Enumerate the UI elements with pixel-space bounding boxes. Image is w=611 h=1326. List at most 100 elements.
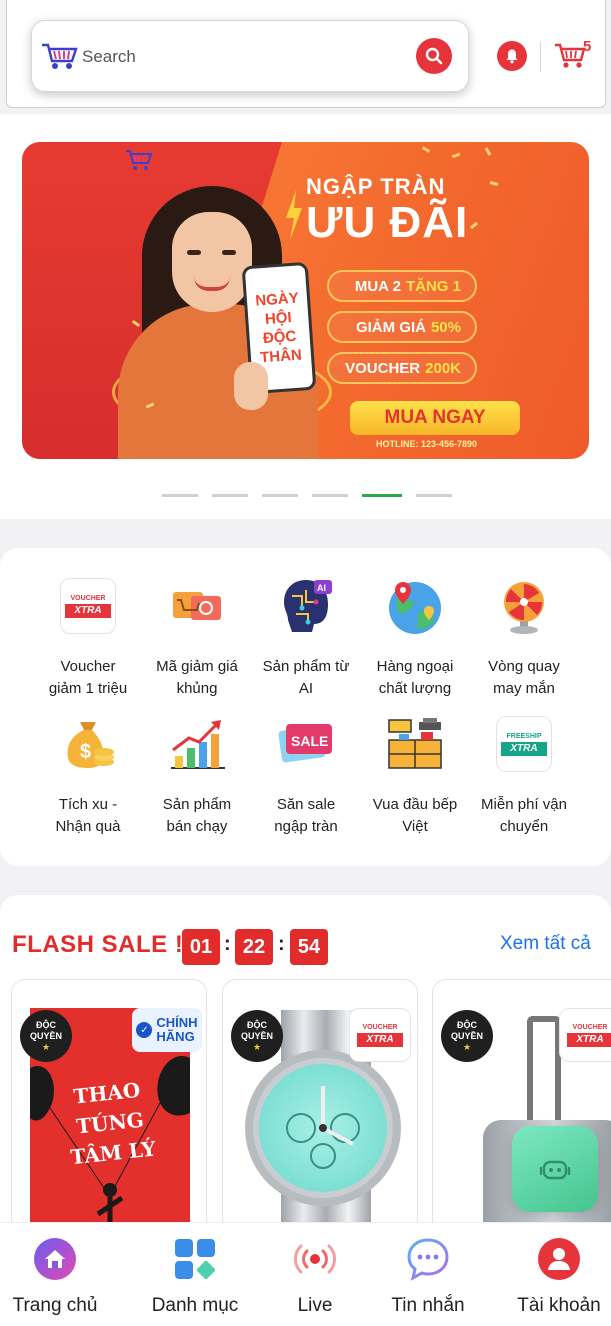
offer-pill: GIẢM GIÁ 50% (327, 311, 477, 343)
banner-title-line1: NGẬP TRÀN (306, 174, 446, 199)
kitchen-icon (388, 718, 442, 769)
header-divider (540, 42, 541, 72)
category-imported[interactable]: Hàng ngoại chất lượng (361, 576, 469, 700)
genuine-tag: ✓ CHÍNH HÃNG (132, 1008, 202, 1052)
model-face (172, 212, 252, 312)
suitcase-handle (527, 1016, 561, 1126)
category-label: Voucher (60, 658, 116, 675)
category-label: Tích xu - (58, 796, 118, 813)
buy-now-button[interactable]: MUA NGAY (350, 401, 520, 435)
pagination-dot[interactable] (312, 494, 348, 497)
category-label: chất lượng (378, 680, 452, 697)
star-icon: ★ (41, 1041, 51, 1052)
category-label: Vua đầu bếp (372, 796, 458, 813)
notification-button[interactable] (497, 41, 527, 71)
category-label: may mắn (493, 680, 555, 697)
exclusive-badge: ĐỘC QUYỀN ★ (441, 1010, 493, 1062)
category-label: ngập tràn (274, 818, 338, 835)
search-button[interactable] (416, 38, 452, 74)
bottom-navigation: Trang chủ Danh mục Live Tin nhắn Tài kho… (0, 1222, 611, 1326)
voucher-xtra-tag: VOUCHER XTRA (559, 1008, 611, 1062)
category-label: giảm 1 triệu (48, 680, 128, 697)
category-sale[interactable]: SALE Săn sale ngập tràn (252, 714, 360, 838)
book-title: THAO TÚNG TÂM LÝ (36, 1071, 185, 1175)
model-eye (187, 250, 201, 255)
user-account-icon (537, 1237, 581, 1281)
product-card[interactable]: THAO TÚNG TÂM LÝ ĐỘC QUYỀN ★ ✓ CHÍNH HÃNG (11, 979, 207, 1239)
xtra-label: XTRA (65, 604, 111, 618)
home-icon (33, 1237, 77, 1281)
pagination-dot[interactable] (262, 494, 298, 497)
category-lucky-wheel[interactable]: Vòng quay may mắn (470, 576, 578, 700)
shopping-cart-icon[interactable] (553, 40, 587, 70)
category-label: bán chạy (166, 818, 228, 835)
countdown-seconds: 54 (290, 929, 328, 965)
exclusive-badge: ĐỘC QUYỀN ★ (231, 1010, 283, 1062)
offer-highlight: TẶNG 1 (405, 277, 461, 295)
category-coins[interactable]: $ Tích xu - Nhận quà (34, 714, 142, 838)
category-label: Sản phẩm (162, 796, 232, 813)
category-label: Việt (402, 818, 428, 835)
category-label: Miễn phí vận (481, 796, 567, 813)
nav-messages[interactable]: Tin nhắn (368, 1237, 488, 1317)
genuine-line: HÃNG (156, 1029, 195, 1044)
freeship-xtra-icon: FREESHIP XTRA (494, 714, 554, 774)
banner-section: NGÀY HỘI ĐỘC THÂN NGẬP TRÀN ƯU ĐÃI MUA 2… (0, 114, 611, 519)
nav-label: Trang chủ (12, 1295, 98, 1316)
promo-banner[interactable]: NGÀY HỘI ĐỘC THÂN NGẬP TRÀN ƯU ĐÃI MUA 2… (22, 142, 589, 459)
bell-icon (506, 49, 518, 64)
nav-account[interactable]: Tài khoản (499, 1237, 611, 1317)
see-all-link[interactable]: Xem tất cả (500, 933, 591, 955)
hotline-text: HOTLINE: 123-456-7890 (376, 439, 478, 449)
check-icon: ✓ (136, 1022, 153, 1038)
exclusive-badge: ĐỘC QUYỀN ★ (20, 1010, 72, 1062)
nav-label: Tin nhắn (391, 1295, 465, 1316)
voucher-label: VOUCHER (362, 1024, 398, 1031)
search-bar[interactable] (31, 20, 469, 92)
star-icon: ★ (462, 1041, 472, 1052)
product-card[interactable]: ĐỘC QUYỀN ★ VOUCHER XTRA (222, 979, 418, 1239)
pagination-dot[interactable] (416, 494, 452, 497)
money-bag-icon: $ (67, 722, 114, 768)
category-label: Săn sale (276, 796, 336, 813)
search-input[interactable] (82, 43, 402, 71)
category-coupon[interactable]: Mã giảm giá khủng (143, 576, 251, 700)
brand-logo-icon (126, 150, 153, 170)
pagination-dot[interactable] (162, 494, 198, 497)
nav-home[interactable]: Trang chủ (0, 1237, 115, 1317)
offer-pill: MUA 2 TẶNG 1 (327, 270, 477, 302)
nav-label: Live (297, 1295, 333, 1316)
category-bestseller[interactable]: Sản phẩm bán chạy (143, 714, 251, 838)
banner-title-line2: ƯU ĐÃI (306, 198, 469, 247)
offer-prefix: GIẢM GIÁ (355, 318, 426, 336)
pagination-dot-active[interactable] (362, 494, 402, 497)
confetti (484, 147, 492, 156)
category-label: AI (298, 680, 314, 697)
phone-text-line: THÂN (259, 346, 303, 367)
lucky-wheel-icon (504, 582, 544, 634)
category-voucher[interactable]: VOUCHER XTRA Voucher giảm 1 triệu (34, 576, 142, 700)
confetti (489, 181, 499, 186)
svg-text:SALE: SALE (291, 733, 328, 749)
pagination-dot[interactable] (212, 494, 248, 497)
countdown-hours: 01 (182, 929, 220, 965)
nav-live[interactable]: Live (255, 1237, 375, 1317)
confetti (451, 152, 461, 159)
category-label: Hàng ngoại (376, 658, 454, 675)
category-grid: VOUCHER XTRA Voucher giảm 1 triệu Mã giảm … (0, 548, 611, 866)
category-label: Sản phẩm từ (262, 658, 350, 675)
xtra-label: XTRA (357, 1033, 403, 1047)
category-chef[interactable]: Vua đầu bếp Việt (361, 714, 469, 838)
category-freeship[interactable]: FREESHIP XTRA Miễn phí vận chuyển (470, 714, 578, 838)
category-ai[interactable]: AI Sản phẩm từ AI (252, 576, 360, 700)
badge-line: QUYỀN (29, 1030, 62, 1041)
model-eye (222, 250, 236, 255)
voucher-xtra-tag: VOUCHER XTRA (349, 1008, 411, 1062)
nav-categories[interactable]: Danh mục (135, 1237, 255, 1317)
cart-logo-icon (42, 43, 78, 69)
voucher-xtra-icon: VOUCHER XTRA (58, 576, 118, 636)
watch-dial (259, 1064, 387, 1192)
support-chat-button[interactable] (512, 1126, 598, 1212)
nav-label: Danh mục (151, 1295, 239, 1316)
globe-pin-icon (389, 582, 441, 634)
